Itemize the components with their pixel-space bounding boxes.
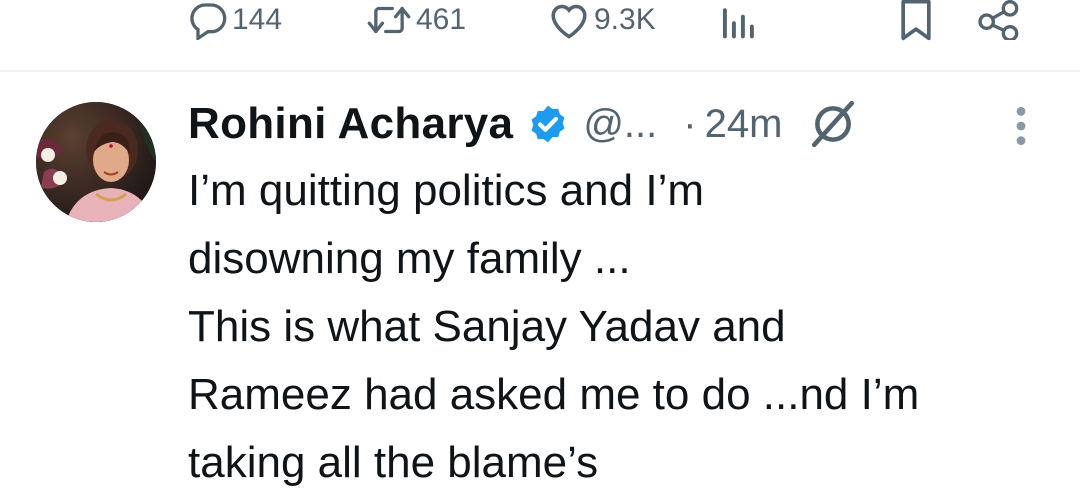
heart-icon bbox=[551, 4, 587, 39]
tweet-text: I’m quitting politics and I’m disowning … bbox=[188, 166, 920, 487]
reply-icon bbox=[190, 3, 227, 40]
reply-button[interactable]: 144 bbox=[188, 0, 282, 40]
like-count: 9.3K bbox=[594, 3, 656, 36]
grok-icon[interactable] bbox=[808, 99, 858, 149]
retweet-count: 461 bbox=[416, 3, 467, 36]
bookmark-button[interactable] bbox=[896, 0, 936, 41]
avatar-image bbox=[36, 102, 156, 222]
verified-badge-icon bbox=[531, 105, 565, 143]
avatar[interactable] bbox=[36, 102, 156, 222]
retweet-button[interactable]: 461 bbox=[366, 0, 466, 40]
display-name[interactable]: Rohini Acharya bbox=[188, 99, 513, 149]
bookmark-icon bbox=[901, 0, 931, 41]
separator-dot: · bbox=[683, 101, 697, 146]
views-icon bbox=[722, 8, 754, 39]
tweet-action-bar: 144 461 9.3K bbox=[0, 0, 1080, 70]
share-button[interactable] bbox=[978, 0, 1022, 40]
tweet-divider bbox=[0, 70, 1080, 72]
more-options-button[interactable] bbox=[1006, 104, 1036, 148]
retweet-icon bbox=[367, 6, 411, 34]
user-handle[interactable]: @... bbox=[583, 102, 657, 147]
views-button[interactable] bbox=[720, 0, 756, 40]
more-vertical-icon bbox=[1016, 106, 1026, 146]
tweet-timestamp[interactable]: 24m bbox=[705, 102, 783, 147]
like-button[interactable]: 9.3K bbox=[548, 0, 656, 40]
tweet-header: Rohini Acharya @... · 24m bbox=[188, 96, 858, 152]
share-icon bbox=[978, 0, 1019, 40]
reply-count: 144 bbox=[232, 3, 283, 36]
